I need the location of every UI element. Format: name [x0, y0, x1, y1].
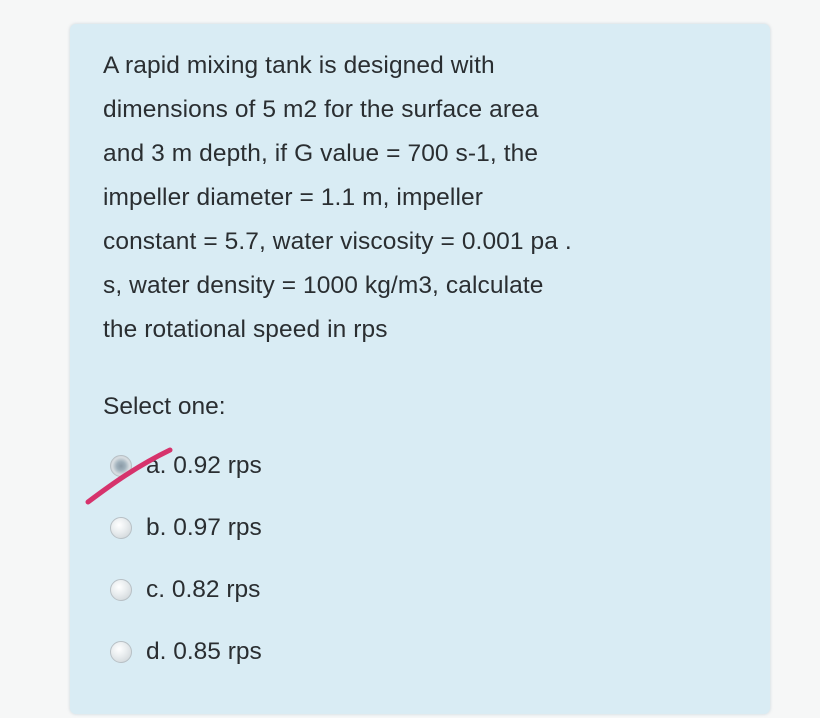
question-line: and 3 m depth, if G value = 700 s-1, the — [103, 140, 539, 167]
quiz-page: A rapid mixing tank is designed with dim… — [0, 0, 820, 718]
option-c-label[interactable]: c. 0.82 rps — [146, 576, 260, 604]
option-a[interactable]: a. 0.92 rps — [110, 446, 262, 486]
option-b[interactable]: b. 0.97 rps — [110, 508, 262, 548]
question-line: A rapid mixing tank is designed with — [103, 52, 495, 79]
question-text: A rapid mixing tank is designed with dim… — [103, 44, 693, 352]
radio-option-d[interactable] — [110, 641, 132, 663]
radio-option-c[interactable] — [110, 579, 132, 601]
option-b-label[interactable]: b. 0.97 rps — [146, 514, 262, 542]
radio-option-b[interactable] — [110, 517, 132, 539]
question-line: impeller diameter = 1.1 m, impeller — [103, 184, 483, 211]
question-line: constant = 5.7, water viscosity = 0.001 … — [103, 228, 572, 255]
option-d-label[interactable]: d. 0.85 rps — [146, 638, 262, 666]
option-c[interactable]: c. 0.82 rps — [110, 570, 260, 610]
question-line: the rotational speed in rps — [103, 316, 388, 343]
question-line: dimensions of 5 m2 for the surface area — [103, 96, 539, 123]
radio-option-a[interactable] — [110, 455, 132, 477]
select-one-prompt: Select one: — [103, 393, 226, 420]
option-a-label[interactable]: a. 0.92 rps — [146, 452, 262, 480]
option-d[interactable]: d. 0.85 rps — [110, 632, 262, 672]
question-line: s, water density = 1000 kg/m3, calculate — [103, 272, 544, 299]
